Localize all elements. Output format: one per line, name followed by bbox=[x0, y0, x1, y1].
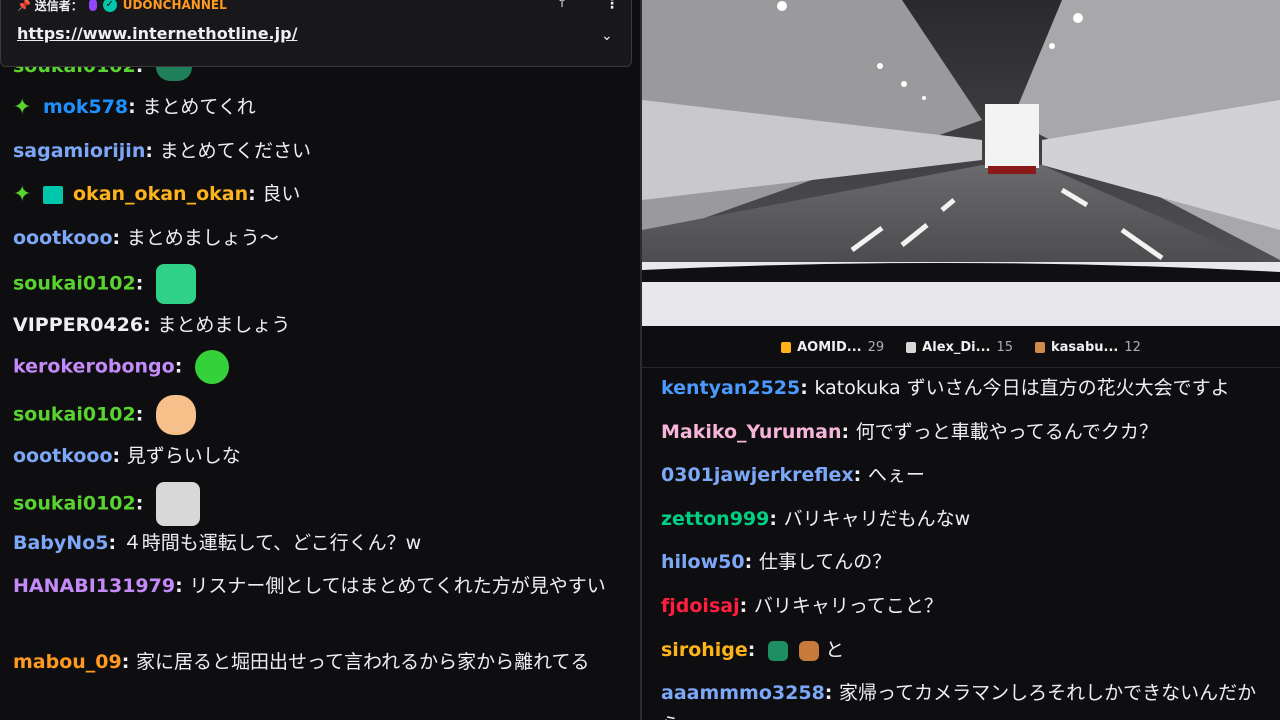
tunnel-video-frame bbox=[642, 0, 1280, 326]
chat-line: aaammmo3258: 家帰ってカメラマンしろそれしかできないんだから bbox=[661, 682, 1257, 720]
chat-line: mabou_09: 家に居ると堀田出せって言われるから家から離れてる bbox=[13, 651, 590, 673]
leaderboard-entry[interactable]: Alex_Di... 15 bbox=[906, 340, 1013, 355]
green-emote-icon bbox=[768, 640, 788, 661]
pinned-link[interactable]: https://www.internethotline.jp/ bbox=[17, 24, 297, 43]
verified-badge-icon: ✓ bbox=[102, 0, 117, 12]
chat-line: soukai0102: bbox=[13, 482, 623, 526]
pinned-header: 📌 送信者： ✓ UDONCHANNEL bbox=[17, 0, 227, 15]
chat-line: hilow50: 仕事してんの？ bbox=[661, 551, 892, 573]
chat-line: VIPPER0426: まとめましょう bbox=[13, 314, 291, 336]
gift-badge-icon bbox=[43, 185, 63, 204]
expand-chevron-icon[interactable]: ⌄ bbox=[601, 28, 613, 44]
chat-line: kentyan2525: katokuka ずいさん今日は直方の花火大会ですよ bbox=[661, 377, 1230, 399]
unpin-button[interactable]: ↑ bbox=[557, 0, 567, 10]
more-options-icon[interactable]: ⋮ bbox=[605, 0, 619, 12]
chat-line: fjdoisaj: バリキャリってこと？ bbox=[661, 595, 943, 617]
cat-photo-emote-icon bbox=[155, 482, 200, 526]
chat-line: zetton999: バリキャリだもんなw bbox=[661, 508, 971, 530]
chat-line: 0301jawjerkreflex: へぇー bbox=[661, 464, 925, 486]
video-player[interactable] bbox=[642, 0, 1280, 326]
pinned-username: UDONCHANNEL bbox=[122, 0, 227, 12]
cat-emote-icon bbox=[155, 264, 196, 304]
chat-line: soukai0102: bbox=[13, 264, 623, 304]
pin-icon: 📌 bbox=[17, 0, 31, 12]
chat-line: oootkooo: 見ずらいしな bbox=[13, 445, 241, 467]
leaderboard-entry[interactable]: kasabu... 12 bbox=[1035, 340, 1141, 355]
rank-badge-icon bbox=[1035, 341, 1046, 353]
frog-emote-icon bbox=[194, 350, 229, 384]
chat-line: HANABI131979: リスナー側としてはまとめてくれた方が見やすい bbox=[13, 575, 606, 597]
chat-line: ✦ mok578: まとめてくれ bbox=[13, 94, 256, 120]
right-pane: AOMID... 29 Alex_Di... 15 kasabu... 12 k… bbox=[642, 0, 1280, 720]
sparkle-badge-icon: ✦ bbox=[13, 181, 32, 207]
left-chat-pane: 📌 送信者： ✓ UDONCHANNEL ↑ ⋮ https://www.int… bbox=[0, 0, 640, 720]
chat-line: ✦ okan_okan_okan: 良い bbox=[13, 181, 301, 207]
rank-badge-icon bbox=[781, 341, 792, 353]
leaderboard-bar: AOMID... 29 Alex_Di... 15 kasabu... 12 bbox=[642, 327, 1280, 368]
sparkle-badge-icon: ✦ bbox=[13, 94, 32, 120]
chat-line: BabyNo5: ４時間も運転して、どこ行くん？w bbox=[13, 532, 422, 554]
chat-line: sagamiorijin: まとめてください bbox=[13, 140, 312, 162]
chat-line: kerokerobongo: bbox=[13, 350, 623, 384]
chat-line: soukai0102: bbox=[13, 395, 623, 435]
chat-line: Makiko_Yuruman: 何でずっと車載やってるんでクカ？ bbox=[661, 421, 1158, 443]
rank-badge-icon bbox=[906, 341, 917, 353]
leaderboard-entry[interactable]: AOMID... 29 bbox=[781, 340, 884, 355]
fish-emote-icon bbox=[155, 395, 196, 435]
chat-line: oootkooo: まとめましょう〜 bbox=[13, 227, 279, 249]
sub-badge-icon bbox=[88, 0, 97, 11]
pinned-sender-label: 送信者： bbox=[34, 0, 83, 13]
squirrel-emote-icon bbox=[798, 640, 819, 661]
chat-line: sirohige: と bbox=[661, 639, 845, 661]
pinned-message[interactable]: 📌 送信者： ✓ UDONCHANNEL ↑ ⋮ https://www.int… bbox=[0, 0, 632, 67]
